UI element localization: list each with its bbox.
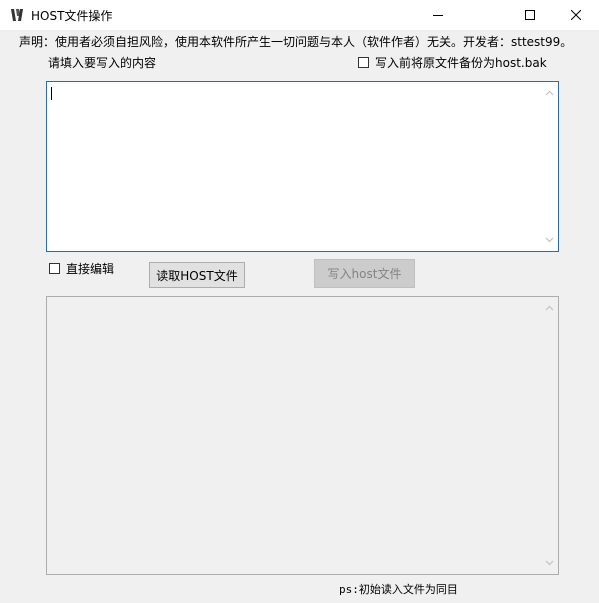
app-logo-icon [9, 7, 25, 23]
backup-checkbox[interactable]: 写入前将原文件备份为host.bak [358, 54, 547, 71]
vertical-scrollbar[interactable] [542, 83, 557, 250]
write-host-button[interactable]: 写入host文件 [314, 259, 415, 288]
backup-checkbox-label: 写入前将原文件备份为host.bak [375, 56, 547, 70]
read-host-button[interactable]: 读取HOST文件 [149, 262, 245, 288]
direct-edit-checkbox[interactable]: 直接编辑 [49, 260, 114, 277]
window-title: HOST文件操作 [31, 9, 113, 23]
title-bar[interactable]: HOST文件操作 [0, 0, 599, 30]
direct-edit-checkbox-box[interactable] [49, 263, 60, 274]
output-scroll-down-icon[interactable] [545, 560, 554, 566]
close-button[interactable] [553, 0, 599, 30]
output-vertical-scrollbar[interactable] [542, 298, 557, 573]
minimize-button[interactable] [415, 0, 461, 30]
disclaimer-text: 声明：使用者必须自担风险，使用本软件所产生一切问题与本人（软件作者）无关。开发者… [19, 35, 573, 49]
text-caret [51, 87, 52, 100]
maximize-button[interactable] [507, 0, 553, 30]
output-scroll-up-icon[interactable] [545, 305, 554, 311]
app-window: HOST文件操作 声明：使用者必须自担风险，使用本软件所产生一切问题与本人（软件… [0, 0, 599, 603]
minimize-icon [433, 15, 443, 16]
host-output-area[interactable] [46, 296, 559, 575]
content-prompt-label: 请填入要写入的内容 [48, 56, 157, 70]
host-content-input[interactable] [46, 81, 559, 252]
status-text: ps:初始读入文件为同目 [339, 583, 458, 596]
scroll-up-icon[interactable] [545, 90, 554, 96]
scroll-down-icon[interactable] [545, 237, 554, 243]
direct-edit-checkbox-label: 直接编辑 [66, 262, 115, 276]
close-icon [571, 10, 581, 20]
backup-checkbox-box[interactable] [358, 57, 369, 68]
maximize-icon [525, 10, 535, 20]
